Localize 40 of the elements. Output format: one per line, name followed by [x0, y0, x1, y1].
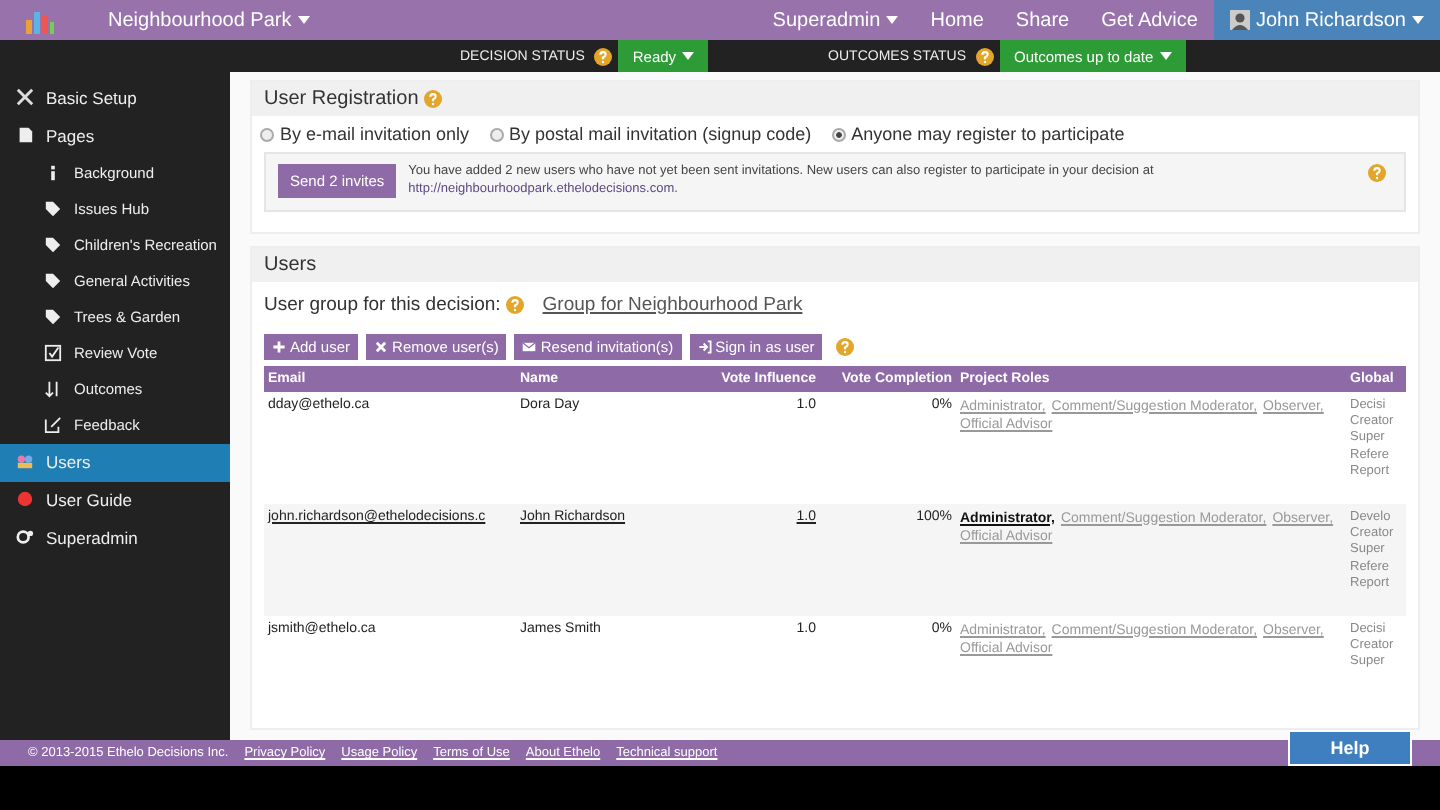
checkbox-icon	[44, 344, 62, 362]
panel-title: User Registration	[264, 88, 419, 110]
avatar-icon	[1229, 10, 1250, 30]
sidebar-item[interactable]: Users	[0, 444, 230, 482]
sidebar-item[interactable]: Pages	[0, 118, 230, 156]
caret-icon	[682, 52, 695, 60]
plus-icon	[272, 339, 286, 354]
radio-button[interactable]	[489, 127, 504, 141]
caret-icon	[1412, 16, 1424, 24]
users-icon	[16, 452, 34, 470]
caret-icon	[886, 16, 899, 24]
logo-icon	[24, 6, 56, 34]
sort-icon	[44, 380, 62, 398]
group-link[interactable]: Group for Neighbourhood Park	[542, 293, 803, 316]
sidebar-item[interactable]: User Guide	[0, 482, 230, 520]
nav-link[interactable]: Superadmin	[772, 9, 899, 31]
nav-link[interactable]: Share	[1015, 9, 1070, 31]
pages-icon	[16, 126, 34, 144]
caret-icon	[297, 16, 310, 24]
help-button[interactable]: Help	[1288, 730, 1412, 766]
nav-link[interactable]: Get Advice	[1101, 9, 1198, 31]
caret-icon	[1159, 52, 1172, 60]
edit-icon	[44, 416, 62, 434]
project-menu[interactable]: Neighbourhood Park	[108, 9, 310, 31]
radio-button[interactable]	[260, 127, 274, 141]
envelope-icon	[522, 339, 537, 354]
panel-title: Users	[264, 253, 317, 276]
radio-option[interactable]: By e-mail invitation only	[260, 124, 470, 144]
group-label: User group for this decision:	[264, 293, 501, 316]
sidebar-item[interactable]: Basic Setup	[0, 80, 230, 118]
sidebar-item[interactable]: Superadmin	[0, 520, 230, 558]
radio-option[interactable]: By postal mail invitation (signup code)	[489, 124, 812, 144]
sign-in-icon	[697, 339, 712, 354]
tools-icon	[16, 88, 34, 106]
gears-icon	[16, 528, 34, 546]
user-menu[interactable]: John Richardson	[1213, 0, 1440, 40]
radio-button[interactable]	[831, 127, 846, 141]
nav-link[interactable]: Home	[930, 9, 984, 31]
close-icon	[374, 339, 389, 354]
radio-option[interactable]: Anyone may register to participate	[831, 124, 1125, 144]
